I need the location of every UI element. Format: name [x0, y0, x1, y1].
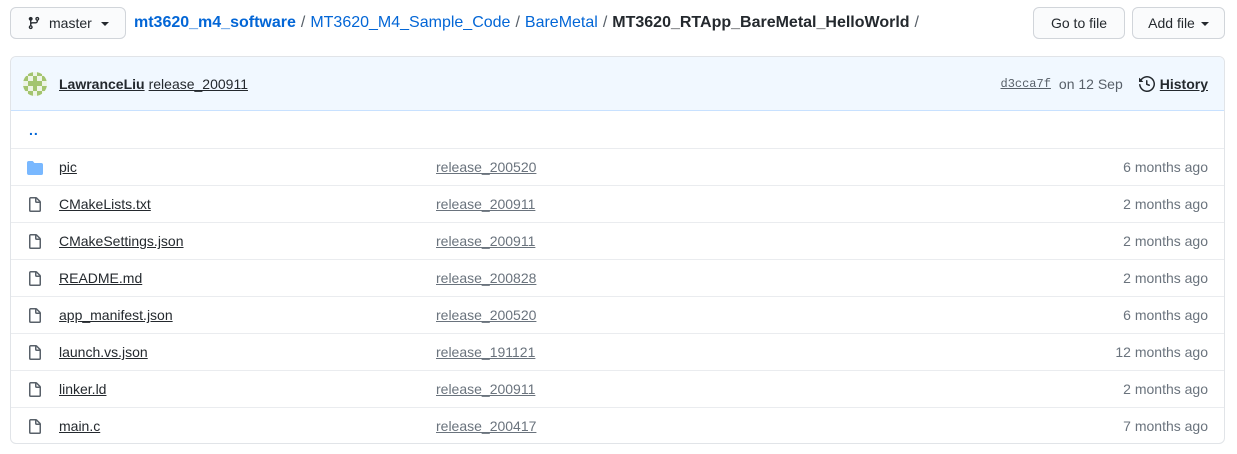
file-commit-age: 2 months ago — [1123, 233, 1208, 249]
parent-directory-link[interactable]: .. — [29, 122, 39, 138]
go-to-file-button[interactable]: Go to file — [1033, 7, 1125, 39]
file-icon — [27, 271, 43, 287]
commit-message-link[interactable]: release_200911 — [149, 76, 248, 92]
file-icon — [27, 197, 43, 213]
file-commit-age: 2 months ago — [1123, 196, 1208, 212]
breadcrumb-separator: / — [300, 14, 306, 31]
breadcrumb-current: MT3620_RTApp_BareMetal_HelloWorld — [612, 14, 910, 31]
branch-selector-button[interactable]: master — [10, 7, 126, 39]
file-commit-message-link[interactable]: release_191121 — [436, 344, 535, 360]
file-name-link[interactable]: linker.ld — [59, 381, 106, 397]
commit-date: on 12 Sep — [1058, 76, 1123, 92]
history-link[interactable]: History — [1138, 76, 1208, 92]
branch-name: master — [49, 15, 92, 31]
file-commit-message-link[interactable]: release_200911 — [436, 381, 535, 397]
file-commit-age: 2 months ago — [1123, 270, 1208, 286]
file-commit-message-link[interactable]: release_200828 — [436, 270, 536, 286]
file-row-pic: pic release_200520 6 months ago — [11, 148, 1224, 185]
file-icon — [27, 345, 43, 361]
file-row-readme-md: README.md release_200828 2 months ago — [11, 259, 1224, 296]
file-icon — [27, 308, 43, 324]
file-commit-age: 12 months ago — [1115, 344, 1208, 360]
git-branch-icon — [27, 16, 41, 30]
avatar[interactable] — [23, 71, 47, 96]
breadcrumb: mt3620_m4_software / MT3620_M4_Sample_Co… — [134, 7, 924, 39]
breadcrumb-repo-link[interactable]: mt3620_m4_software — [134, 14, 296, 32]
commit-meta: d3cca7f on 12 Sep History — [1001, 57, 1208, 111]
file-commit-message-link[interactable]: release_200911 — [436, 233, 535, 249]
breadcrumb-separator: / — [914, 14, 919, 31]
commit-sha-link[interactable]: d3cca7f — [1001, 77, 1051, 91]
latest-commit-bar: LawranceLiu release_200911 d3cca7f on 12… — [11, 57, 1224, 111]
breadcrumb-dir-link[interactable]: BareMetal — [525, 14, 598, 32]
file-commit-age: 2 months ago — [1123, 381, 1208, 397]
file-commit-age: 7 months ago — [1123, 418, 1208, 434]
chevron-down-icon — [1200, 22, 1209, 26]
file-name-link[interactable]: CMakeLists.txt — [59, 196, 151, 212]
file-icon — [27, 419, 43, 435]
file-row-cmakelists-txt: CMakeLists.txt release_200911 2 months a… — [11, 185, 1224, 222]
add-file-label: Add file — [1148, 15, 1195, 31]
parent-directory-row: .. — [11, 111, 1224, 148]
add-file-button[interactable]: Add file — [1132, 7, 1225, 39]
file-name-link[interactable]: app_manifest.json — [59, 307, 173, 323]
file-name-link[interactable]: CMakeSettings.json — [59, 233, 184, 249]
breadcrumb-separator: / — [515, 14, 520, 31]
file-browser: LawranceLiu release_200911 d3cca7f on 12… — [10, 56, 1225, 444]
file-row-linker-ld: linker.ld release_200911 2 months ago — [11, 370, 1224, 407]
repo-toolbar: master mt3620_m4_software / MT3620_M4_Sa… — [10, 7, 1225, 39]
breadcrumb-dir-link[interactable]: MT3620_M4_Sample_Code — [310, 14, 510, 32]
chevron-down-icon — [100, 22, 109, 26]
file-row-launch-vs-json: launch.vs.json release_191121 12 months … — [11, 333, 1224, 370]
file-name-link[interactable]: README.md — [59, 270, 142, 286]
file-commit-age: 6 months ago — [1123, 159, 1208, 175]
file-icon — [27, 382, 43, 398]
history-label: History — [1159, 76, 1208, 92]
file-commit-message-link[interactable]: release_200520 — [436, 159, 536, 175]
breadcrumb-separator: / — [602, 14, 608, 31]
file-name-link[interactable]: pic — [59, 159, 77, 175]
file-commit-message-link[interactable]: release_200417 — [436, 418, 536, 434]
go-to-file-label: Go to file — [1050, 15, 1108, 31]
commit-author-link[interactable]: LawranceLiu — [59, 76, 145, 92]
file-name-link[interactable]: launch.vs.json — [59, 344, 148, 360]
file-icon — [27, 234, 43, 250]
file-row-app-manifest-json: app_manifest.json release_200520 6 month… — [11, 296, 1224, 333]
file-row-main-c: main.c release_200417 7 months ago — [11, 407, 1224, 443]
file-commit-message-link[interactable]: release_200911 — [436, 196, 535, 212]
file-name-link[interactable]: main.c — [59, 418, 100, 434]
history-icon — [1138, 76, 1155, 92]
folder-icon — [27, 160, 43, 176]
file-commit-age: 6 months ago — [1123, 307, 1208, 323]
file-commit-message-link[interactable]: release_200520 — [436, 307, 536, 323]
file-row-cmakesettings-json: CMakeSettings.json release_200911 2 mont… — [11, 222, 1224, 259]
